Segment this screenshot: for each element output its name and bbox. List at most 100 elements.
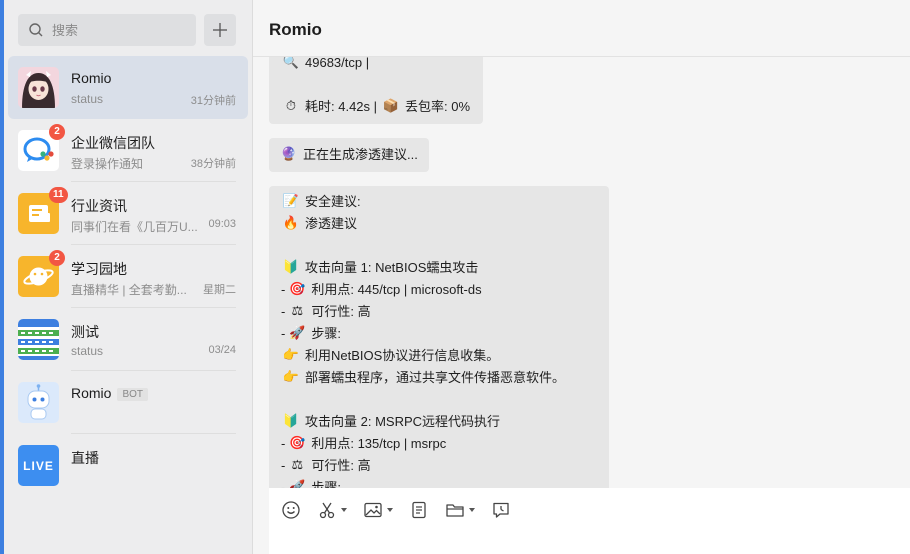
message-line: 🔥 渗透建议 — [281, 213, 597, 235]
image-icon — [364, 502, 382, 518]
search-icon — [29, 23, 43, 37]
bot-tag: BOT — [117, 387, 149, 401]
rocket-emoji-icon: 🚀 — [289, 326, 306, 341]
unread-badge: 11 — [49, 187, 68, 203]
conversation-time: 星期二 — [203, 284, 236, 296]
document-icon — [412, 501, 426, 519]
live-icon-text: LIVE — [23, 458, 54, 473]
schedule-button[interactable] — [491, 500, 511, 520]
message-line: - ⚖ 可行性: 高 — [281, 455, 597, 477]
message-line: - 🚀 步骤: — [281, 323, 597, 345]
emoji-button[interactable] — [281, 500, 301, 520]
beginner-emoji-icon: 🔰 — [282, 260, 300, 275]
emoji-icon — [282, 501, 300, 519]
fire-emoji-icon: 🔥 — [282, 216, 300, 231]
scales-emoji-icon: ⚖ — [291, 304, 304, 319]
crystal-ball-emoji-icon: 🔮 — [280, 147, 298, 162]
vector-title: 攻击向量 2: MSRPC远程代码执行 — [305, 414, 501, 429]
conversation-time: 09:03 — [208, 218, 236, 230]
conversation-preview: 同事们在看《几百万U... — [71, 220, 198, 234]
app-window: Romio status 31分钟前 2 企业微信团队 — [0, 0, 910, 554]
keyboard-grid-icon — [18, 319, 59, 360]
message-line: 🔰 攻击向量 1: NetBIOS蠕虫攻击 — [281, 257, 597, 279]
message-bubble: 🔮 正在生成渗透建议... — [269, 138, 429, 172]
image-button[interactable] — [363, 500, 393, 520]
chat-panel: Romio 🔍 49683/tcp | ⏱ 耗时: 4.42s | 📦 丢包率: 0% … — [253, 0, 910, 554]
conversation-item-romio[interactable]: Romio status 31分钟前 — [8, 56, 248, 119]
conversation-preview: status — [71, 92, 104, 106]
memo-emoji-icon: 📝 — [282, 194, 300, 209]
vector-feasibility: 可行性: 高 — [311, 304, 371, 319]
vector-feasibility: 可行性: 高 — [311, 458, 371, 473]
chevron-down-icon[interactable] — [341, 508, 347, 512]
anime-girl-avatar — [18, 67, 59, 108]
conversation-time: 31分钟前 — [190, 95, 236, 107]
vector-point: 利用点: 135/tcp | msrpc — [311, 436, 447, 451]
search-row — [18, 14, 238, 46]
message-line: - ⚖ 可行性: 高 — [281, 301, 597, 323]
folder-button[interactable] — [445, 500, 475, 520]
search-input[interactable] — [52, 22, 182, 38]
conversation-name: Romio BOT — [71, 385, 149, 401]
message-line: - 🎯 利用点: 445/tcp | microsoft-ds — [281, 279, 597, 301]
chevron-down-icon[interactable] — [387, 508, 393, 512]
message-line: 👉 利用NetBIOS协议进行信息收集。 — [281, 345, 597, 367]
chat-title: Romio — [269, 20, 322, 39]
packet-loss-text: 丢包率: 0% — [405, 99, 471, 114]
pointing-hand-emoji-icon: 👉 — [282, 348, 300, 363]
search-box[interactable] — [18, 14, 196, 46]
conversation-preview: status — [71, 344, 104, 358]
unread-badge: 2 — [49, 250, 65, 266]
rocket-emoji-icon: 🚀 — [289, 480, 306, 488]
conversation-name: 学习园地 — [71, 261, 127, 277]
elapsed-time-text: 耗时: 4.42s | — [305, 99, 378, 114]
message-line: - 🚀 步骤: — [281, 477, 597, 488]
live-icon: LIVE — [18, 445, 59, 486]
plus-icon — [213, 23, 227, 37]
generating-text: 正在生成渗透建议... — [303, 147, 418, 162]
dash: - — [281, 480, 286, 488]
port-text: 49683/tcp | — [305, 57, 370, 70]
message-line: 🔍 49683/tcp | — [281, 57, 471, 74]
conversation-item-test[interactable]: 测试 status 03/24 — [4, 308, 252, 371]
conversation-preview: 直播精华 | 全套考勤... — [71, 283, 187, 297]
folder-icon — [446, 504, 464, 517]
conversation-item-live[interactable]: LIVE 直播 — [4, 434, 252, 497]
message-line: - 🎯 利用点: 135/tcp | msrpc — [281, 433, 597, 455]
message-input[interactable] — [269, 528, 910, 554]
dash: - — [281, 326, 286, 341]
add-button[interactable] — [204, 14, 236, 46]
conversation-item-romio-bot[interactable]: Romio BOT — [4, 371, 252, 434]
message-bubble: 🔍 49683/tcp | ⏱ 耗时: 4.42s | 📦 丢包率: 0% — [269, 57, 483, 124]
magnifier-emoji-icon: 🔍 — [282, 57, 300, 70]
conversation-list: Romio status 31分钟前 2 企业微信团队 登录操作通知 38分钟前… — [4, 56, 252, 497]
screenshot-button[interactable] — [317, 500, 347, 520]
robot-icon — [18, 382, 59, 423]
document-button[interactable] — [409, 500, 429, 520]
screenshot-scissors-icon — [319, 502, 335, 519]
message-line: 🔮 正在生成渗透建议... — [279, 144, 419, 166]
unread-badge: 2 — [49, 124, 65, 140]
conversation-sidebar: Romio status 31分钟前 2 企业微信团队 — [4, 0, 253, 554]
scales-emoji-icon: ⚖ — [291, 458, 304, 473]
dash: - — [281, 282, 286, 297]
conversation-name-text: Romio — [71, 385, 112, 401]
conversation-preview: 登录操作通知 — [71, 157, 144, 171]
conversation-item-learning[interactable]: 2 学习园地 直播精华 | 全套考勤... 星期二 — [4, 245, 252, 308]
stopwatch-emoji-icon: ⏱ — [285, 99, 297, 114]
conversation-item-industry-news[interactable]: 11 行业资讯 同事们在看《几百万U... 09:03 — [4, 182, 252, 245]
schedule-message-icon — [493, 502, 509, 518]
chat-header: Romio — [253, 0, 910, 57]
conversation-name: 企业微信团队 — [71, 135, 155, 151]
conversation-name: 直播 — [71, 450, 99, 466]
chevron-down-icon[interactable] — [469, 508, 475, 512]
conversation-item-wecom-team[interactable]: 2 企业微信团队 登录操作通知 38分钟前 — [4, 119, 252, 182]
security-title: 安全建议: — [305, 194, 361, 209]
message-list[interactable]: 🔍 49683/tcp | ⏱ 耗时: 4.42s | 📦 丢包率: 0% 🔮 正在生成渗… — [253, 57, 910, 488]
beginner-emoji-icon: 🔰 — [282, 414, 300, 429]
target-emoji-icon: 🎯 — [289, 282, 306, 297]
message-line: 🔰 攻击向量 2: MSRPC远程代码执行 — [281, 411, 597, 433]
